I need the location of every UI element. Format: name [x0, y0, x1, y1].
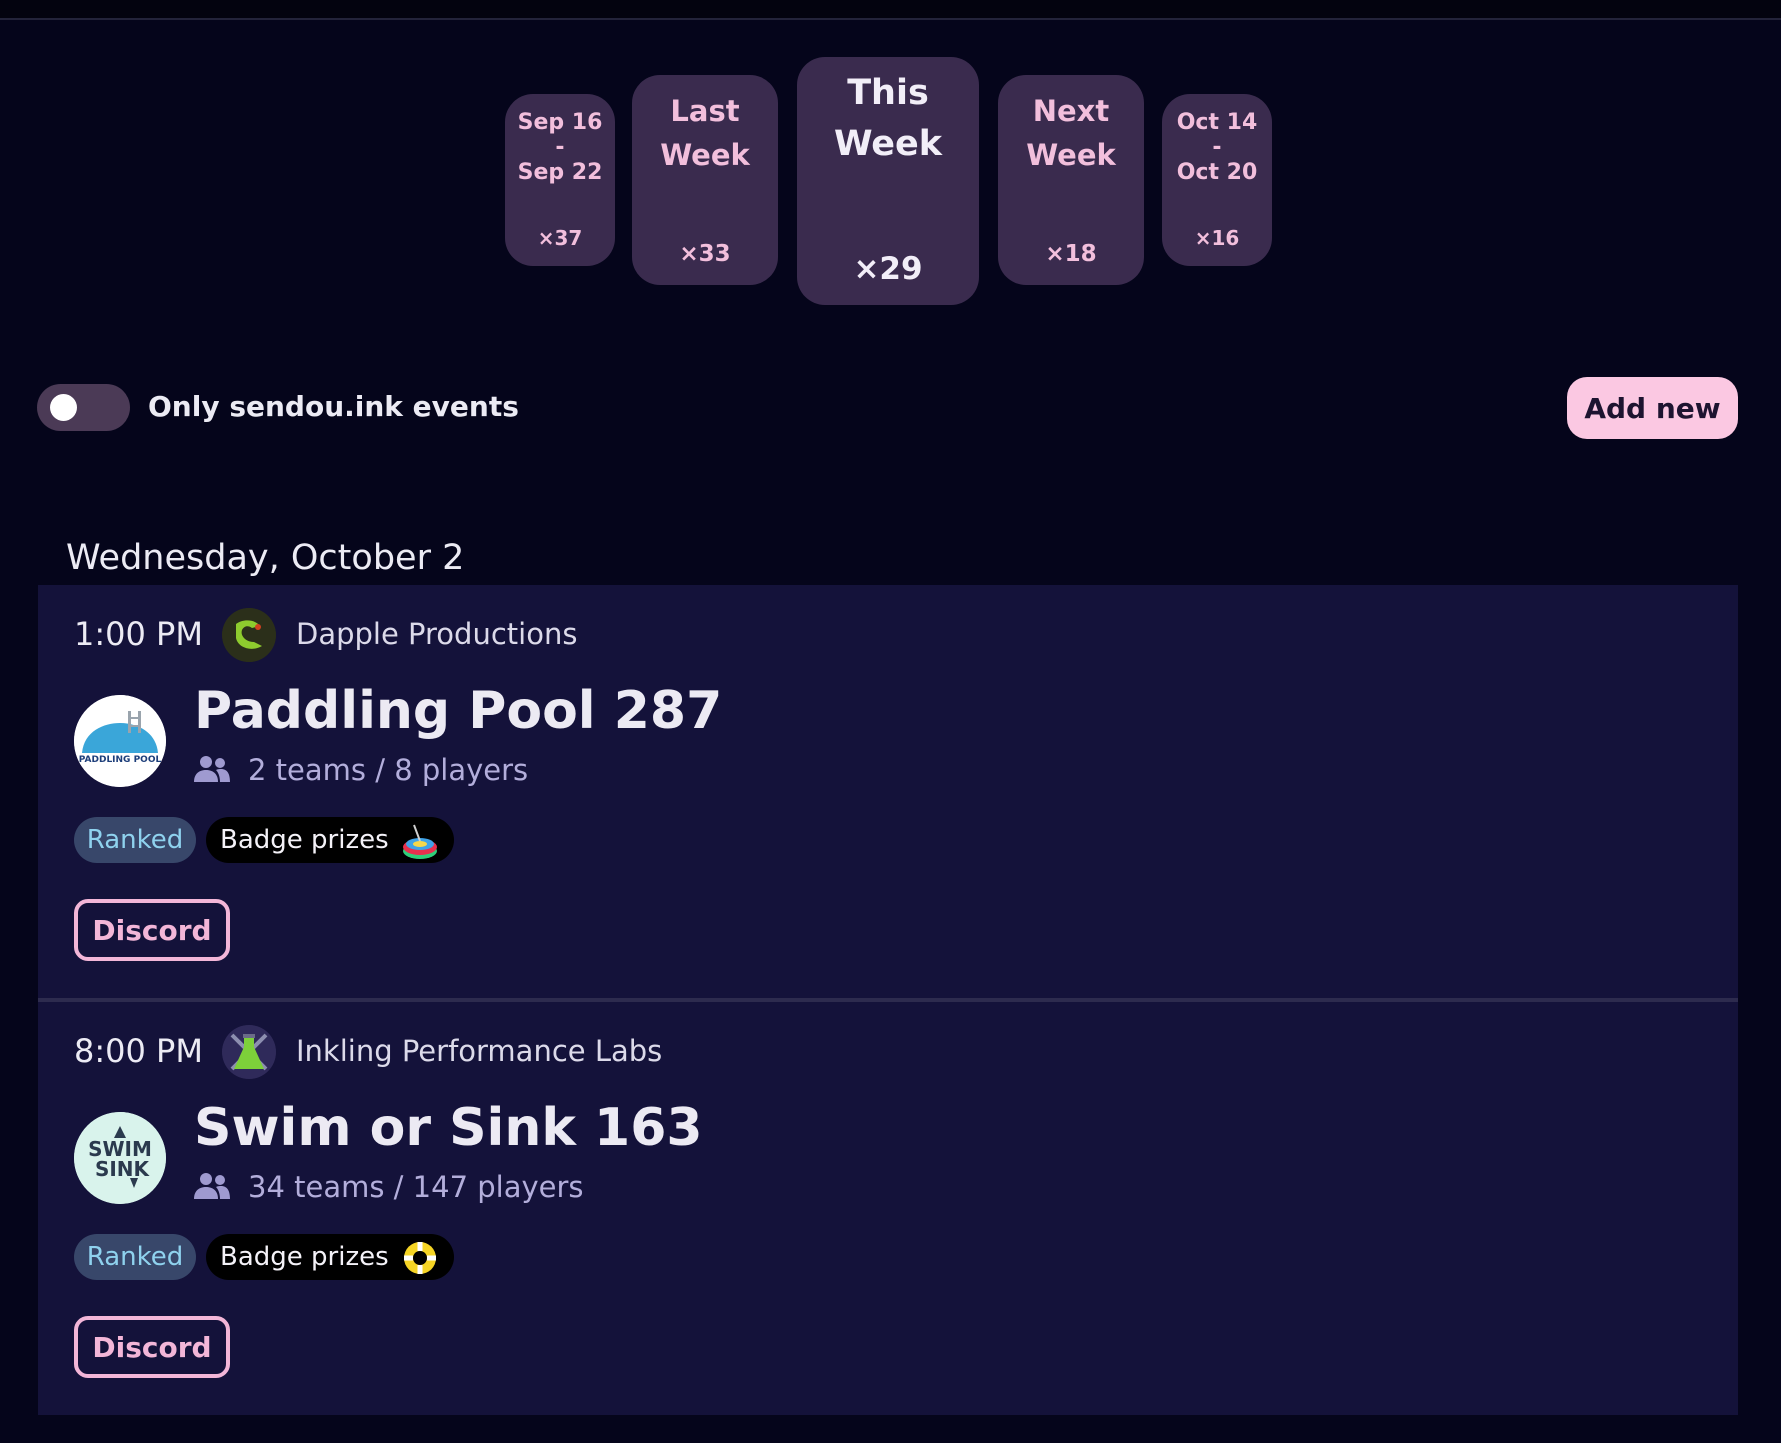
week-count: ×33 [679, 241, 731, 267]
week-count: ×29 [853, 251, 923, 287]
people-icon [194, 756, 230, 782]
week-label: Next Week [1026, 94, 1116, 172]
swim-or-sink-logo-icon: SWIM SINK [74, 1112, 166, 1204]
week-sep16-sep22[interactable]: Sep 16 - Sep 22 ×37 [505, 94, 615, 266]
week-label: Oct 14 - Oct 20 [1176, 110, 1258, 185]
week-count: ×37 [537, 226, 583, 250]
event-title[interactable]: Swim or Sink 163 [194, 1098, 703, 1158]
event-card: 1:00 PM Dapple Productions PADDLING POOL… [38, 585, 1738, 998]
ranked-tag: Ranked [74, 817, 196, 863]
sendou-events-toggle[interactable] [37, 384, 130, 431]
badge-prizes-tag: Badge prizes [206, 817, 454, 863]
event-time: 8:00 PM [74, 1032, 203, 1070]
people-icon [194, 1173, 230, 1199]
life-ring-badge-icon [404, 1242, 436, 1274]
event-card: 8:00 PM Inkling Performance Labs SWIM SI… [38, 1002, 1738, 1415]
inkling-labs-flask-logo-icon [222, 1025, 276, 1079]
toggle-knob [50, 394, 77, 421]
event-time: 1:00 PM [74, 615, 203, 653]
top-bar [0, 0, 1781, 20]
week-label: Last Week [660, 94, 750, 172]
week-next[interactable]: Next Week ×18 [998, 75, 1144, 285]
week-last[interactable]: Last Week ×33 [632, 75, 778, 285]
paddling-pool-logo-icon: PADDLING POOL [74, 695, 166, 787]
event-stats: 34 teams / 147 players [248, 1170, 584, 1204]
organizer-name[interactable]: Dapple Productions [296, 617, 577, 651]
week-count: ×18 [1045, 241, 1097, 267]
event-stats: 2 teams / 8 players [248, 753, 529, 787]
week-label: This Week [833, 73, 943, 164]
svg-text:SINK: SINK [95, 1157, 151, 1181]
ranked-tag: Ranked [74, 1234, 196, 1280]
badge-prizes-label: Badge prizes [220, 825, 389, 855]
week-label: Sep 16 - Sep 22 [517, 110, 603, 185]
pool-float-badge-icon [403, 824, 437, 859]
week-count: ×16 [1194, 226, 1240, 250]
event-title[interactable]: Paddling Pool 287 [194, 681, 722, 741]
badge-prizes-label: Badge prizes [220, 1242, 389, 1272]
svg-text:PADDLING POOL: PADDLING POOL [79, 755, 162, 765]
add-new-button[interactable]: Add new [1567, 377, 1738, 439]
day-heading: Wednesday, October 2 [66, 538, 465, 578]
dapple-productions-logo-icon [222, 608, 276, 662]
week-oct14-oct20[interactable]: Oct 14 - Oct 20 ×16 [1162, 94, 1272, 266]
week-this[interactable]: This Week ×29 [797, 57, 979, 305]
badge-prizes-tag: Badge prizes [206, 1234, 454, 1280]
discord-button[interactable]: Discord [74, 899, 230, 961]
organizer-name[interactable]: Inkling Performance Labs [296, 1034, 662, 1068]
discord-button[interactable]: Discord [74, 1316, 230, 1378]
toggle-label: Only sendou.ink events [148, 390, 519, 423]
